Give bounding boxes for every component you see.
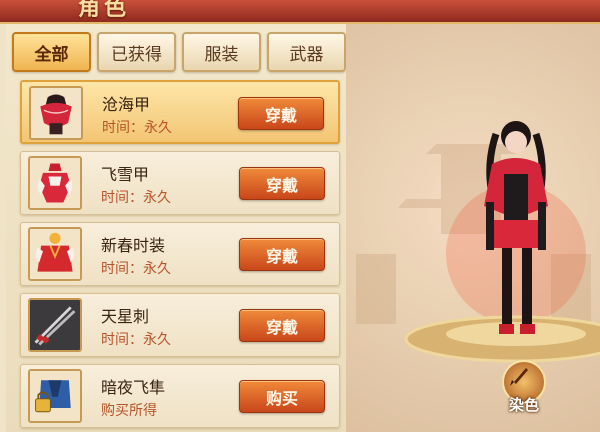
preview-scene	[356, 121, 600, 363]
character-preview: 染色	[346, 24, 600, 432]
buy-button[interactable]: 购买	[239, 380, 325, 413]
tab-costume[interactable]: 服装	[182, 32, 261, 72]
wear-button[interactable]: 穿戴	[238, 97, 324, 130]
item-time: 时间：永久	[101, 261, 171, 277]
list-item[interactable]: 天星刺 时间：永久 穿戴	[20, 293, 340, 357]
item-name: 暗夜飞隼	[101, 378, 166, 397]
item-time: 时间：永久	[101, 332, 171, 348]
item-list: 沧海甲 时间：永久 穿戴 飞雪甲 时间：永久 穿戴 新春时装 时间：永久 穿戴 …	[20, 80, 340, 432]
item-name: 新春时装	[101, 236, 166, 255]
tab-all[interactable]: 全部	[12, 32, 91, 72]
red-festive-outfit-icon	[28, 227, 82, 281]
wear-button[interactable]: 穿戴	[239, 309, 325, 342]
filter-tabs: 全部 已获得 服装 武器	[12, 32, 346, 72]
twin-blades-icon	[28, 298, 82, 352]
white-red-dress-icon	[28, 156, 82, 210]
item-time: 购买所得	[101, 403, 157, 419]
list-item[interactable]: 飞雪甲 时间：永久 穿戴	[20, 151, 340, 215]
wardrobe-panel: 全部 已获得 服装 武器 沧海甲 时间：永久 穿戴 飞雪甲 时间：永久 穿戴 新…	[6, 24, 346, 432]
locked-blue-armor-icon	[28, 369, 82, 423]
wear-button[interactable]: 穿戴	[239, 238, 325, 271]
dye-label: 染色	[508, 396, 539, 414]
red-cape-armor-icon	[29, 86, 83, 140]
list-item[interactable]: 暗夜飞隼 购买所得 购买	[20, 364, 340, 428]
page-title: 角色	[78, 0, 131, 21]
top-banner: 角色	[0, 0, 600, 24]
item-time: 时间：永久	[101, 190, 171, 206]
list-item[interactable]: 新春时装 时间：永久 穿戴	[20, 222, 340, 286]
wear-button[interactable]: 穿戴	[239, 167, 325, 200]
tab-weapon[interactable]: 武器	[267, 32, 346, 72]
item-name: 飞雪甲	[101, 165, 150, 184]
dye-button[interactable]: 染色	[496, 360, 552, 432]
item-name: 沧海甲	[102, 95, 151, 114]
item-name: 天星刺	[101, 307, 150, 326]
list-item[interactable]: 沧海甲 时间：永久 穿戴	[20, 80, 340, 144]
tab-owned[interactable]: 已获得	[97, 32, 176, 72]
item-time: 时间：永久	[102, 120, 172, 136]
